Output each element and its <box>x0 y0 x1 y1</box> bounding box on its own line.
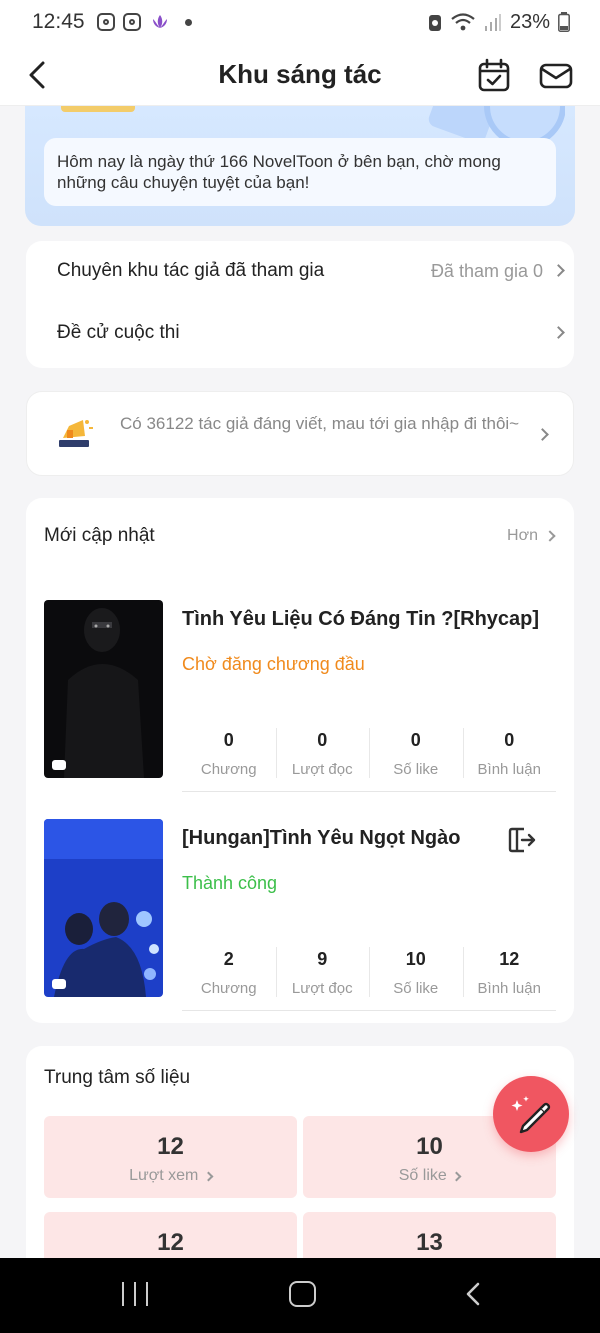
mail-icon <box>539 63 573 89</box>
clock: 12:45 <box>32 10 85 33</box>
instagram-icon-2 <box>122 13 141 31</box>
stat-label: Số like <box>393 761 439 778</box>
instagram-icon <box>96 13 115 31</box>
work-title: Tình Yêu Liệu Có Đáng Tin ?[Rhycap] <box>182 608 540 630</box>
work-status: Chờ đăng chương đầu <box>182 654 365 674</box>
divider <box>182 791 556 792</box>
author-links-card: Chuyên khu tác giả đã tham gia Đã tham g… <box>26 241 574 368</box>
stat-label: Số like <box>393 980 439 997</box>
stat-likes: 10 Số like <box>369 945 463 1001</box>
welcome-banner: Hôm nay là ngày thứ 166 NovelToon ở bên … <box>25 106 575 226</box>
work-item[interactable]: [Hungan]Tình Yêu Ngọt Ngào Thành công 2 C… <box>44 819 556 1014</box>
pencil-sparkle-icon <box>511 1096 551 1134</box>
joined-count: Đã tham gia 0 <box>430 260 543 281</box>
system-nav-bar <box>0 1258 600 1333</box>
notification-dot <box>184 18 192 26</box>
work-cover[interactable] <box>44 819 163 997</box>
signal-icon <box>484 14 501 31</box>
section-title: Trung tâm số liệu <box>44 1067 191 1088</box>
alarm-icon <box>428 15 441 31</box>
stat-value: 0 <box>504 730 515 750</box>
stat-value: 0 <box>410 730 421 750</box>
joined-zones-label: Chuyên khu tác giả đã tham gia <box>57 260 325 281</box>
chevron-right-icon <box>451 1171 462 1182</box>
recent-updates-card: Mới cập nhật Hơn Tình Yêu Liệu Có Đáng T… <box>26 498 574 1023</box>
contest-recommend-row[interactable]: Đề cử cuộc thi <box>57 318 565 348</box>
work-stats: 0 Chương 0 Lượt đọc 0 Số like 0 Bình luận <box>182 726 556 782</box>
stat-value: 12 <box>499 949 520 969</box>
promo-text: Có 36122 tác giả đáng viết, mau tới gia … <box>120 414 520 433</box>
stat-comments: 12 Bình luận <box>462 945 557 1001</box>
comment-badge-icon <box>52 760 66 770</box>
cover-image-blue-stage <box>44 819 163 997</box>
messages-button[interactable] <box>538 58 574 94</box>
stat-label: Bình luận <box>477 761 541 778</box>
stat-label: Bình luận <box>477 980 541 997</box>
tile-value: 12 <box>157 1229 184 1256</box>
stat-label: Chương <box>200 761 257 778</box>
cover-image-dark-figure <box>44 600 163 778</box>
work-status: Thành công <box>182 873 278 893</box>
stat-chapters: 2 Chương <box>182 945 276 1001</box>
stat-tile-views[interactable]: 12 Lượt xem <box>44 1116 297 1198</box>
stat-chapters: 0 Chương <box>182 726 276 782</box>
stat-label: Lượt đọc <box>291 761 353 778</box>
more-label: Hơn <box>507 527 538 544</box>
chevron-right-icon <box>552 326 565 339</box>
author-promo-card[interactable]: Có 36122 tác giả đáng viết, mau tới gia … <box>26 391 574 476</box>
welcome-message: Hôm nay là ngày thứ 166 NovelToon ở bên … <box>44 138 556 206</box>
tile-label-row: Lượt xem <box>44 1167 297 1185</box>
calendar-check-icon <box>478 58 510 92</box>
more-link[interactable]: Hơn <box>507 527 556 545</box>
home-button[interactable] <box>289 1281 316 1307</box>
system-back-button[interactable] <box>463 1282 483 1306</box>
tile-label: Số like <box>398 1167 447 1184</box>
chevron-left-icon <box>29 61 45 89</box>
lotus-icon <box>152 15 167 28</box>
stat-label: Chương <box>200 980 257 997</box>
battery-icon <box>558 12 570 32</box>
banner-gold-strip <box>61 106 135 112</box>
joined-zones-row[interactable]: Chuyên khu tác giả đã tham gia Đã tham g… <box>57 256 565 286</box>
work-item[interactable]: Tình Yêu Liệu Có Đáng Tin ?[Rhycap] Chờ … <box>44 600 556 792</box>
work-cover[interactable] <box>44 600 163 778</box>
stat-value: 0 <box>317 730 328 750</box>
stat-reads: 0 Lượt đọc <box>275 726 370 782</box>
tile-label: Lượt xem <box>129 1167 199 1184</box>
tile-value: 12 <box>157 1133 184 1160</box>
write-fab-button[interactable] <box>493 1076 569 1152</box>
stat-comments: 0 Bình luận <box>462 726 557 782</box>
recent-apps-button[interactable] <box>122 1282 148 1306</box>
stat-likes: 0 Số like <box>369 726 463 782</box>
section-title: Mới cập nhật <box>44 525 155 546</box>
tile-label-row: Số like <box>303 1167 556 1185</box>
stat-label: Lượt đọc <box>291 980 353 997</box>
stat-value: 9 <box>317 949 328 969</box>
comment-badge-icon <box>52 979 66 989</box>
check-in-button[interactable] <box>476 58 512 94</box>
work-title: [Hungan]Tình Yêu Ngọt Ngào <box>182 827 461 849</box>
chevron-right-icon <box>536 428 549 441</box>
stat-value: 10 <box>405 949 426 969</box>
megaphone-icon <box>59 420 93 447</box>
top-app-bar: Khu sáng tác <box>0 44 600 106</box>
stat-value: 2 <box>223 949 234 969</box>
chevron-right-icon <box>544 530 556 542</box>
stat-reads: 9 Lượt đọc <box>275 945 370 1001</box>
battery-percent: 23% <box>509 10 550 33</box>
stat-value: 0 <box>223 730 234 750</box>
exit-icon[interactable] <box>506 825 536 855</box>
chevron-right-icon <box>203 1171 214 1182</box>
work-stats: 2 Chương 9 Lượt đọc 10 Số like 12 Bình luận <box>182 945 556 1001</box>
tile-value: 13 <box>416 1229 443 1256</box>
chevron-right-icon <box>552 264 565 277</box>
status-bar: 12:45 23% <box>0 0 600 44</box>
back-button[interactable] <box>22 58 52 92</box>
divider <box>182 1010 556 1011</box>
contest-recommend-label: Đề cử cuộc thi <box>57 322 180 343</box>
wifi-icon <box>451 13 475 31</box>
